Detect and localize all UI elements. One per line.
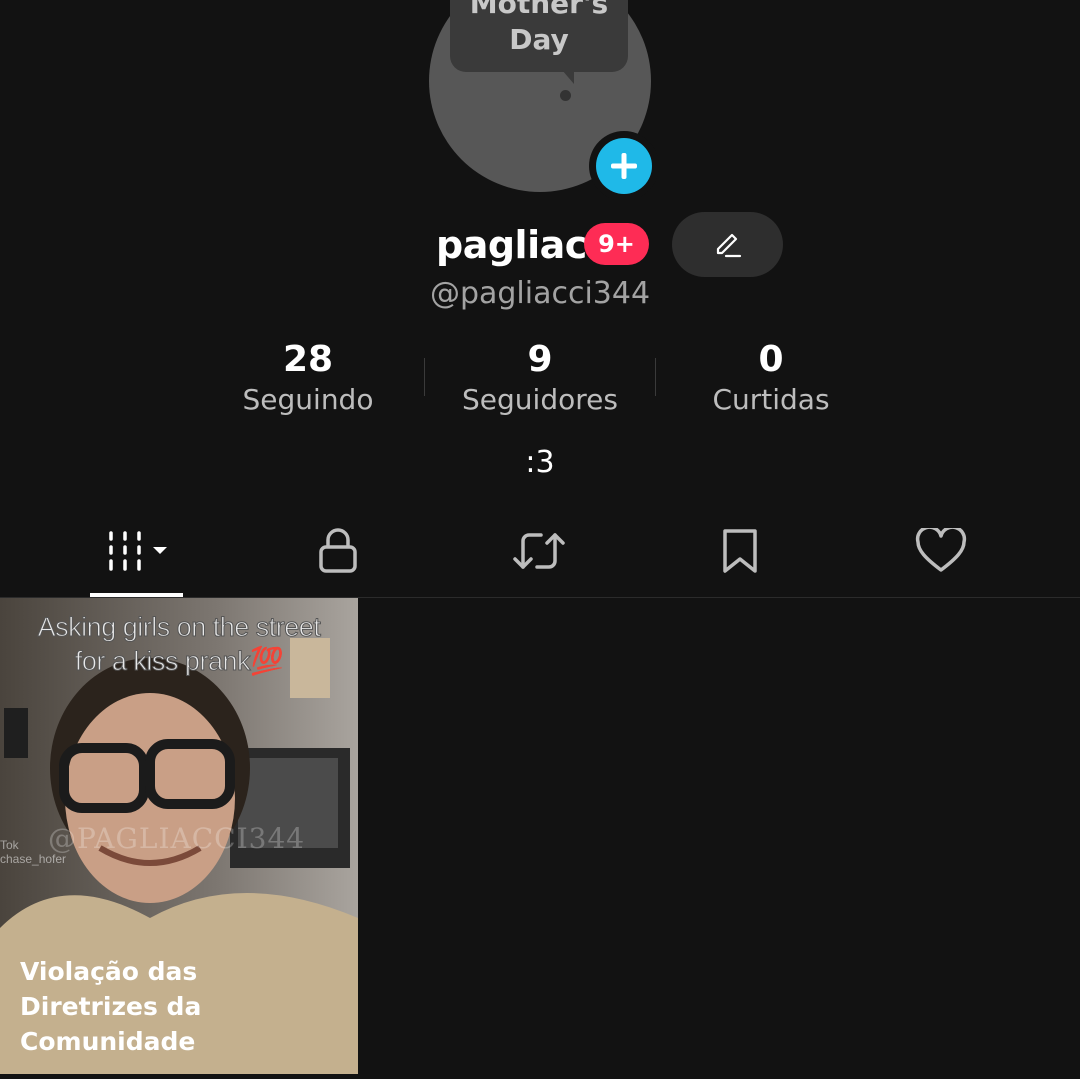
tab-liked[interactable] [841, 505, 1041, 597]
tab-videos[interactable] [40, 505, 240, 597]
tab-saved[interactable] [640, 505, 840, 597]
tab-reposts[interactable] [439, 505, 639, 597]
video-watermark: @PAGLIACCI344 [48, 822, 306, 855]
repost-icon [513, 533, 565, 569]
stat-likes-label: Curtidas [712, 383, 830, 416]
stat-followers-value: 9 [527, 339, 553, 380]
lock-icon [319, 528, 357, 573]
story-note-dot [560, 90, 571, 101]
bookmark-icon [723, 529, 757, 573]
grid-icon [109, 531, 167, 571]
video-caption-overlay: Asking girls on the street for a kiss pr… [37, 612, 321, 677]
plus-icon [596, 138, 652, 194]
active-tab-indicator [90, 593, 183, 597]
profile-name: pagliac [436, 223, 587, 267]
story-note-bubble[interactable]: Mother's Day [450, 0, 628, 72]
profile-bio: :3 [525, 445, 555, 480]
profile-tabs [0, 505, 1080, 598]
video-thumbnail[interactable]: Asking girls on the street for a kiss pr… [0, 598, 358, 1074]
tab-private[interactable] [238, 505, 438, 597]
notification-badge[interactable]: 9+ [584, 223, 649, 265]
profile-handle: @pagliacci344 [429, 276, 651, 311]
stat-likes-value: 0 [758, 339, 784, 380]
stat-followers[interactable]: 9 Seguidores [424, 338, 656, 418]
heart-icon [915, 528, 967, 572]
tiktok-corner-watermark: Tok chase_hofer [0, 838, 67, 866]
pencil-icon [716, 233, 741, 257]
story-note-tail [562, 70, 574, 84]
stat-following[interactable]: 28 Seguindo [192, 338, 424, 418]
stat-followers-label: Seguidores [462, 383, 618, 416]
stat-following-value: 28 [282, 339, 334, 380]
stat-likes[interactable]: 0 Curtidas [655, 338, 887, 418]
stat-following-label: Seguindo [242, 383, 374, 416]
community-guidelines-warning: Violação das Diretrizes da Comunidade [20, 957, 202, 1056]
story-note-text: Mother's Day [469, 0, 609, 56]
edit-profile-button[interactable] [672, 212, 783, 277]
add-story-button[interactable] [589, 131, 659, 201]
